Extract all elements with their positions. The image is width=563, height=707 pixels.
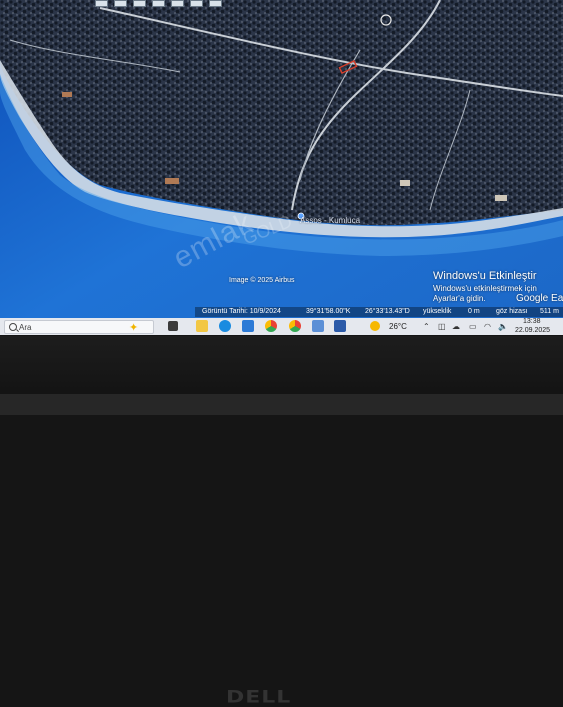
toolbar-button-7[interactable] — [209, 0, 222, 7]
monitor-screen: emlak GOLD Assos - Kumluca Image © 2025 … — [0, 0, 563, 335]
chrome-alt-icon[interactable] — [289, 320, 301, 332]
cloud-icon[interactable]: ☁ — [452, 322, 460, 331]
latitude-readout: 39°31'58.00"K — [306, 308, 351, 315]
imagery-date: Görüntü Tarihi: 10/9/2024 — [202, 308, 281, 315]
people-icon[interactable] — [312, 320, 324, 332]
toolbar-button-2[interactable] — [114, 0, 127, 7]
elevation-value: 0 m — [468, 308, 480, 315]
clock-time[interactable]: 13:38 — [523, 318, 541, 325]
file-explorer-icon[interactable] — [196, 320, 208, 332]
search-icon — [9, 323, 17, 331]
toolbar-button-6[interactable] — [190, 0, 203, 7]
place-label[interactable]: Assos - Kumluca — [300, 216, 360, 225]
search-placeholder: Ara — [19, 323, 32, 332]
building-4 — [62, 92, 72, 97]
activation-title: Windows'u Etkinleştir — [433, 270, 537, 282]
building-2 — [400, 180, 410, 186]
eye-altitude-value: 511 m — [540, 308, 559, 315]
clock-date[interactable]: 22.09.2025 — [515, 327, 550, 334]
wifi-icon[interactable]: ◠ — [484, 322, 491, 331]
mail-icon[interactable] — [242, 320, 254, 332]
toolbar-button-3[interactable] — [133, 0, 146, 7]
earth-toolbar — [95, 0, 222, 7]
activation-line-2: Ayarlar'a gidin. — [433, 294, 486, 303]
imagery-credit: Image © 2025 Airbus — [229, 277, 295, 284]
edge-icon[interactable] — [219, 320, 231, 332]
battery-icon[interactable]: ▭ — [469, 322, 477, 331]
sparkle-icon: ✦ — [129, 322, 139, 334]
task-view-icon[interactable] — [168, 321, 178, 331]
laptop-base — [0, 394, 563, 415]
photos-icon[interactable] — [334, 320, 346, 332]
taskbar-search[interactable]: Ara ✦ — [4, 320, 154, 334]
chevron-up-icon[interactable]: ⌃ — [423, 322, 430, 331]
elevation-label: yükseklik — [423, 308, 452, 315]
network-icon[interactable]: ◫ — [438, 322, 446, 331]
activation-line-1: Windows'u etkinleştirmek için — [433, 284, 537, 293]
toolbar-button-5[interactable] — [171, 0, 184, 7]
volume-icon[interactable]: 🔈 — [498, 322, 508, 331]
longitude-readout: 26°33'13.43"D — [365, 308, 410, 315]
dell-logo: DELL — [226, 688, 292, 707]
toolbar-button-1[interactable] — [95, 0, 108, 7]
building-1 — [165, 178, 179, 184]
weather-temperature[interactable]: 26°C — [389, 322, 407, 331]
chrome-icon[interactable] — [265, 320, 277, 332]
building-3 — [495, 195, 507, 201]
toolbar-button-4[interactable] — [152, 0, 165, 7]
weather-sun-icon[interactable] — [370, 321, 380, 331]
google-earth-logo: Google Earth — [516, 293, 563, 304]
eye-altitude-label: göz hizası — [496, 308, 528, 315]
